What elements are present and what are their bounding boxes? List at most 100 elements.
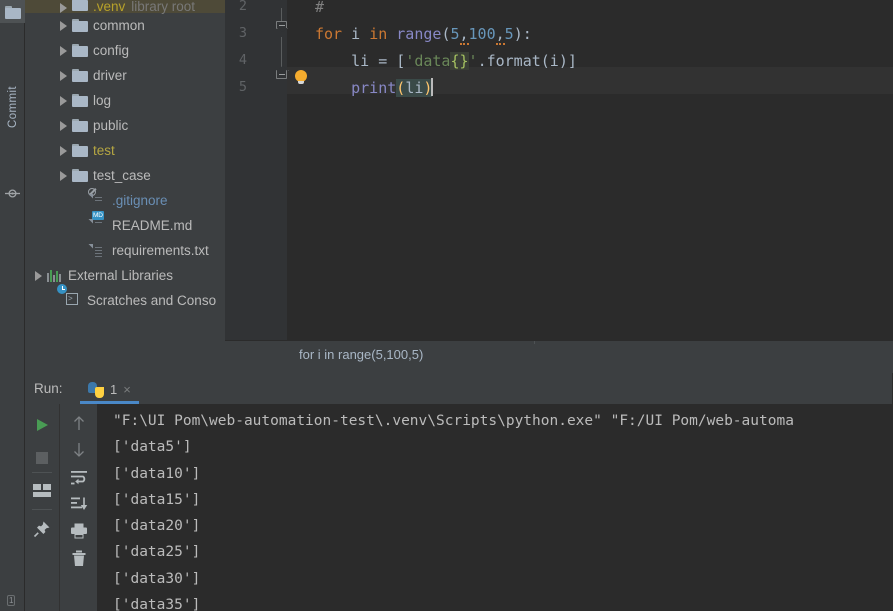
toolbar-separator xyxy=(32,509,52,510)
tree-item-readmemd[interactable]: MDREADME.md xyxy=(25,213,225,238)
run-tab-1[interactable]: 1 × xyxy=(80,375,139,404)
line-number: 4 xyxy=(225,52,247,68)
project-tree-panel[interactable]: .venvlibrary rootcommon config driverlogpu… xyxy=(25,0,225,368)
code-token: ( xyxy=(396,79,405,97)
code-token: 100 xyxy=(469,25,496,43)
expand-arrow-icon[interactable] xyxy=(58,70,69,81)
layout-button[interactable] xyxy=(28,478,56,504)
run-tab-label: 1 xyxy=(110,382,117,397)
intention-bulb-icon[interactable] xyxy=(294,70,308,85)
breadcrumb[interactable]: for i in range(5,100,5) xyxy=(225,340,893,368)
tree-item-common[interactable]: common xyxy=(25,13,225,38)
arrow-up-icon xyxy=(71,414,87,432)
project-tool-window-button[interactable] xyxy=(0,0,25,23)
run-console-output[interactable]: "F:\UI Pom\web-automation-test\.venv\Scr… xyxy=(97,404,893,611)
code-line[interactable]: print(li) xyxy=(315,75,433,102)
code-editor[interactable]: 2 3 4 5 # for i in range(5,100,5): li = ['da… xyxy=(225,0,893,340)
code-line[interactable]: for i in range(5,100,5): xyxy=(315,21,532,48)
console-line: ['data15'] xyxy=(97,487,893,513)
soft-wrap-button[interactable] xyxy=(65,464,93,490)
code-token: # xyxy=(315,0,324,16)
tree-item-test[interactable]: test xyxy=(25,138,225,163)
pin-icon xyxy=(33,520,51,538)
code-token: , xyxy=(460,25,469,45)
tree-item-requirementstxt[interactable]: requirements.txt xyxy=(25,238,225,263)
scroll-to-end-icon xyxy=(70,496,88,512)
tree-item-testcase[interactable]: test_case xyxy=(25,163,225,188)
tree-item-config[interactable]: config xyxy=(25,38,225,63)
tree-item-venv[interactable]: .venvlibrary root xyxy=(25,0,225,13)
code-token: ' xyxy=(469,52,478,70)
commit-node-icon xyxy=(5,186,20,201)
markdown-file-icon: MD xyxy=(91,218,107,234)
breadcrumb-tick xyxy=(534,341,535,344)
breadcrumb-text[interactable]: for i in range(5,100,5) xyxy=(299,347,423,362)
rerun-button[interactable] xyxy=(28,412,56,438)
expand-arrow-icon[interactable] xyxy=(58,145,69,156)
tree-item-log[interactable]: log xyxy=(25,88,225,113)
fold-end-icon[interactable] xyxy=(276,70,287,81)
trash-icon xyxy=(71,550,87,567)
line-number: 3 xyxy=(225,25,247,41)
arrow-down-icon xyxy=(71,441,87,459)
code-token: in xyxy=(369,25,387,43)
console-line: ['data5'] xyxy=(97,434,893,460)
tree-item-gitignore[interactable]: .gitignore xyxy=(25,188,225,213)
tree-item-public[interactable]: public xyxy=(25,113,225,138)
code-line[interactable]: li = ['data{}'.format(i)] xyxy=(315,48,577,75)
down-the-stack-button[interactable] xyxy=(65,437,93,463)
commit-tool-window-button[interactable]: Commit xyxy=(0,32,25,182)
expand-arrow-icon[interactable] xyxy=(58,170,69,181)
expand-arrow-icon[interactable] xyxy=(58,45,69,56)
close-icon[interactable]: × xyxy=(123,382,131,397)
pycharm-window: Commit 1 .venvlibrary rootcommon config dr… xyxy=(0,0,893,611)
scroll-to-end-button[interactable] xyxy=(65,491,93,517)
toolbar-separator xyxy=(32,472,52,473)
editor-gutter[interactable]: 2 3 4 5 xyxy=(225,0,287,340)
tree-item-externallibraries[interactable]: External Libraries xyxy=(25,263,225,288)
folder-icon xyxy=(72,168,88,184)
expand-arrow-icon[interactable] xyxy=(58,2,69,13)
tree-item-label: External Libraries xyxy=(68,269,173,283)
up-the-stack-button[interactable] xyxy=(65,410,93,436)
stop-button[interactable] xyxy=(28,445,56,471)
tree-item-scratchesandconso[interactable]: >Scratches and Conso xyxy=(25,288,225,313)
console-line: ['data20'] xyxy=(97,513,893,539)
code-token: li = [ xyxy=(315,52,405,70)
bottom-status-badge[interactable]: 1 xyxy=(7,595,15,606)
folder-icon xyxy=(72,68,88,84)
code-token xyxy=(315,79,351,97)
project-tree: .venvlibrary rootcommon config driverlogpu… xyxy=(25,0,225,313)
print-button[interactable] xyxy=(65,518,93,544)
line-number: 5 xyxy=(225,79,247,95)
console-line: ['data25'] xyxy=(97,539,893,565)
tree-item-driver[interactable]: driver xyxy=(25,63,225,88)
gitignore-file-icon xyxy=(91,193,107,209)
code-token: ): xyxy=(514,25,532,43)
tree-item-label: config xyxy=(93,44,129,58)
run-window-header: Run: 1 × xyxy=(25,373,893,404)
folder-icon xyxy=(72,43,88,59)
code-token: 5 xyxy=(505,25,514,43)
line-number: 2 xyxy=(225,0,247,14)
fold-collapse-icon[interactable] xyxy=(276,21,287,32)
folder-icon xyxy=(72,0,88,13)
clear-all-button[interactable] xyxy=(65,545,93,571)
code-line[interactable]: # xyxy=(315,0,324,21)
commit-label: Commit xyxy=(7,86,19,128)
folder-icon xyxy=(72,93,88,109)
console-line: ['data10'] xyxy=(97,461,893,487)
pin-tab-button[interactable] xyxy=(28,516,56,542)
code-token: .format(i)] xyxy=(478,52,577,70)
folder-icon xyxy=(72,18,88,34)
tree-item-suffix: library root xyxy=(131,0,195,13)
tree-item-label: test_case xyxy=(93,169,151,183)
expand-arrow-icon[interactable] xyxy=(58,20,69,31)
expand-arrow-icon[interactable] xyxy=(58,95,69,106)
tree-item-label: test xyxy=(93,144,115,158)
expand-arrow-icon[interactable] xyxy=(58,120,69,131)
code-token: 'data xyxy=(405,52,450,70)
expand-arrow-icon[interactable] xyxy=(33,270,44,281)
code-token: , xyxy=(496,25,505,45)
run-tool-window: Run: 1 × xyxy=(25,373,893,611)
